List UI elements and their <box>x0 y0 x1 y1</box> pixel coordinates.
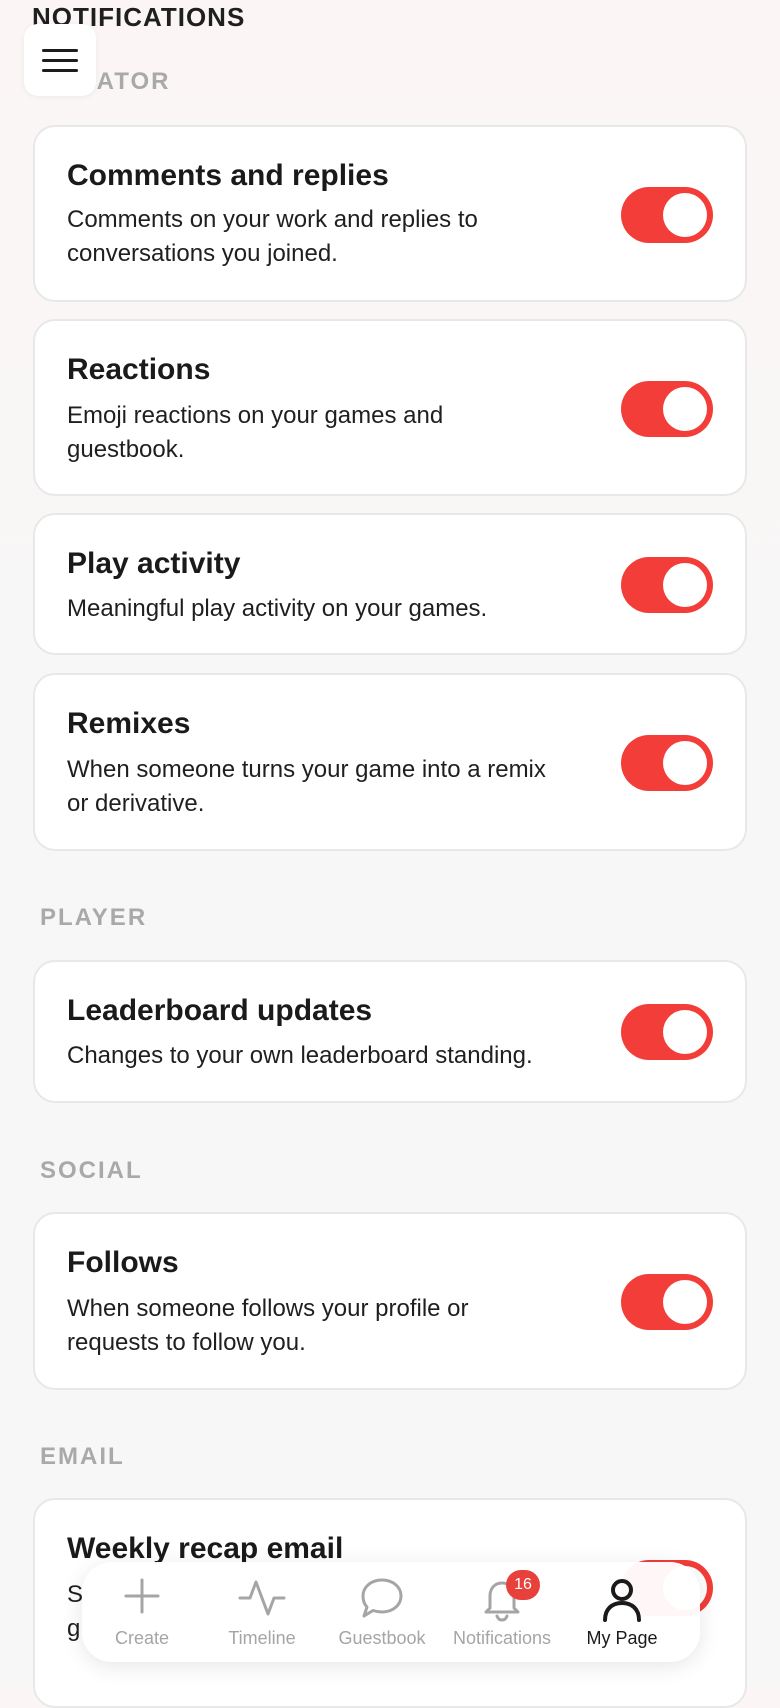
setting-card-play-activity: Play activity Meaningful play activity o… <box>33 513 747 655</box>
setting-title: Follows <box>67 1246 179 1279</box>
setting-title: Comments and replies <box>67 159 389 192</box>
section-label-email: EMAIL <box>40 1443 125 1470</box>
toggle-knob <box>663 741 707 785</box>
setting-card-comments: Comments and replies Comments on your wo… <box>33 125 747 302</box>
setting-description: Emoji reactions on your games and guestb… <box>67 402 444 463</box>
menu-button[interactable] <box>24 24 96 96</box>
notification-count-badge: 16 <box>506 1570 540 1600</box>
user-icon <box>603 1579 641 1622</box>
setting-description: When someone turns your game into a remi… <box>67 756 546 817</box>
setting-card-follows: Follows When someone follows your profil… <box>33 1212 747 1390</box>
section-label-player: PLAYER <box>40 904 148 931</box>
nav-label: Notifications <box>452 1628 552 1648</box>
setting-title: Weekly recap email <box>67 1532 344 1565</box>
nav-item-notifications[interactable]: 16 Notifications <box>442 1562 562 1662</box>
nav-item-guestbook[interactable]: Guestbook <box>322 1562 442 1662</box>
setting-card-reactions: Reactions Emoji reactions on your games … <box>33 319 747 496</box>
remixes-toggle[interactable] <box>621 735 713 791</box>
nav-label: Create <box>114 1628 170 1648</box>
plus-icon <box>124 1578 160 1614</box>
setting-card-leaderboard: Leaderboard updates Changes to your own … <box>33 960 747 1103</box>
nav-label: Timeline <box>228 1628 296 1648</box>
setting-description: Changes to your own leaderboard standing… <box>67 1042 533 1069</box>
setting-title: Reactions <box>67 353 211 386</box>
leaderboard-toggle[interactable] <box>621 1004 713 1060</box>
hamburger-icon-bar <box>42 48 78 52</box>
setting-title: Leaderboard updates <box>67 994 373 1027</box>
toggle-knob <box>663 1280 707 1324</box>
toggle-knob <box>663 563 707 607</box>
chat-bubble-icon <box>361 1578 403 1618</box>
toggle-knob <box>663 193 707 237</box>
nav-item-my-page[interactable]: My Page <box>562 1562 682 1662</box>
setting-card-remixes: Remixes When someone turns your game int… <box>33 673 747 851</box>
nav-item-create[interactable]: Create <box>82 1562 202 1662</box>
nav-label: My Page <box>586 1628 658 1648</box>
setting-title: Play activity <box>67 547 241 580</box>
bottom-nav: Create Timeline Guestbook 16 Notificatio… <box>82 1562 700 1662</box>
toggle-knob <box>663 1010 707 1054</box>
hamburger-icon-bar <box>42 58 78 62</box>
toggle-knob <box>663 387 707 431</box>
setting-description: Meaningful play activity on your games. <box>67 595 488 622</box>
setting-title: Remixes <box>67 707 191 740</box>
comments-toggle[interactable] <box>621 187 713 243</box>
nav-item-timeline[interactable]: Timeline <box>202 1562 322 1662</box>
play-activity-toggle[interactable] <box>621 557 713 613</box>
follows-toggle[interactable] <box>621 1274 713 1330</box>
setting-description: Comments on your work and replies to con… <box>67 206 478 267</box>
activity-icon <box>238 1580 286 1616</box>
nav-label: Guestbook <box>338 1628 426 1648</box>
reactions-toggle[interactable] <box>621 381 713 437</box>
setting-description: When someone follows your profile or req… <box>67 1295 469 1356</box>
section-label-social: SOCIAL <box>40 1157 143 1184</box>
hamburger-icon-bar <box>42 68 78 72</box>
